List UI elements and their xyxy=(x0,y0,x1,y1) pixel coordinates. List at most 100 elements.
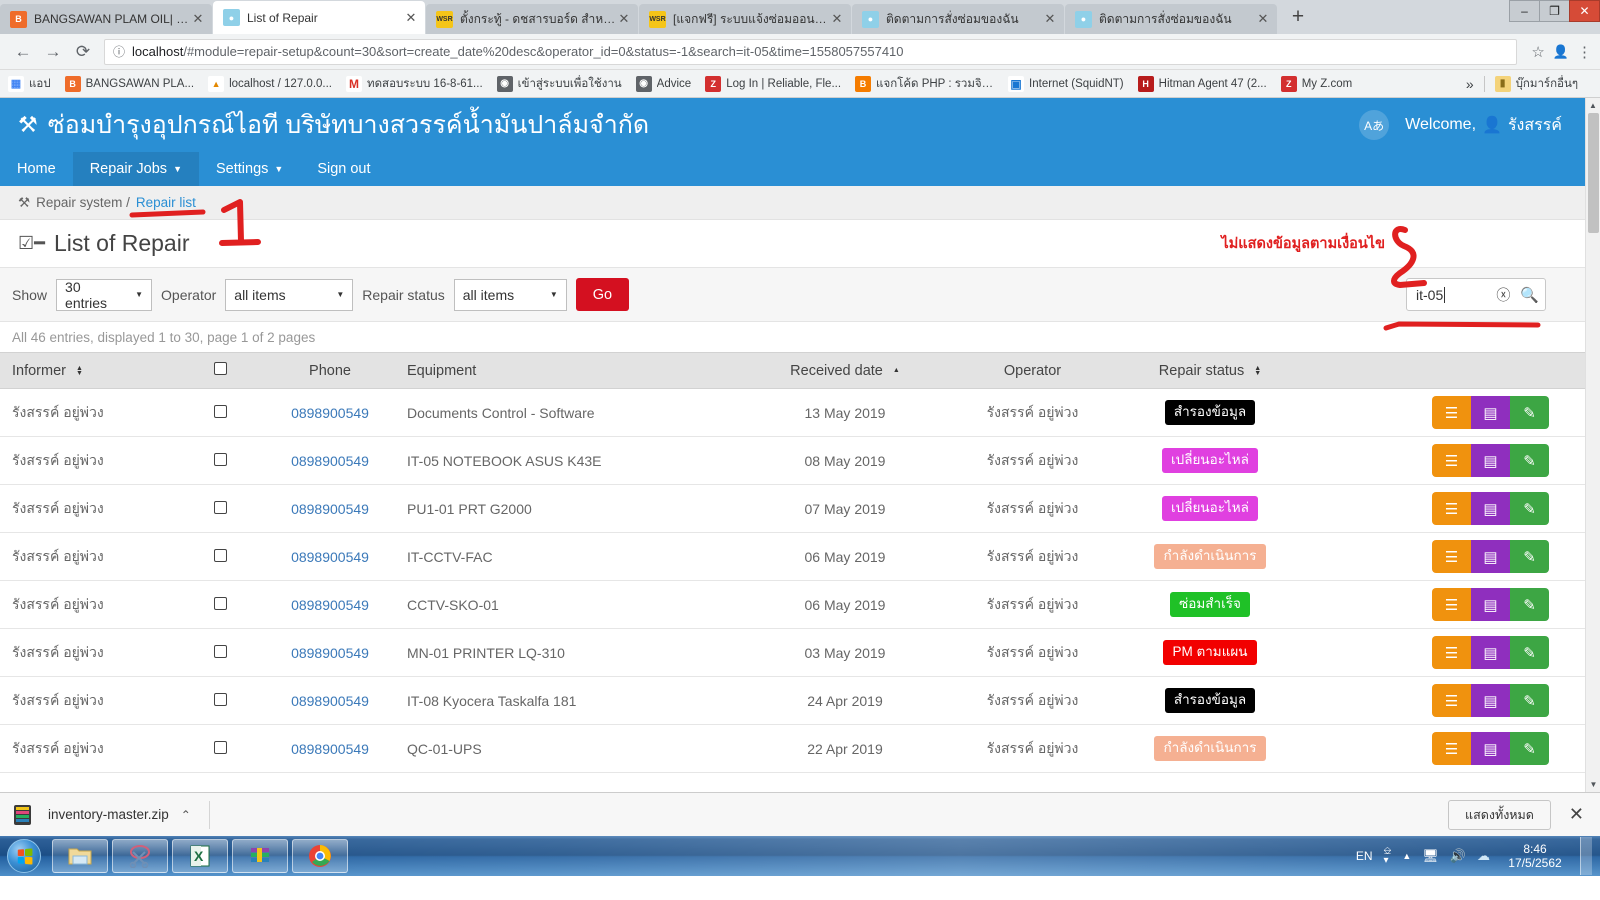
cell-select[interactable] xyxy=(175,580,265,629)
search-input[interactable]: it-05 ⓧ 🔍 xyxy=(1406,278,1546,311)
cell-select[interactable] xyxy=(175,628,265,677)
bookmark-item-zoho[interactable]: Z Log In | Reliable, Fle... xyxy=(705,75,841,92)
edit-button[interactable]: ✎ xyxy=(1510,396,1549,429)
tray-overflow-arrow-icon[interactable]: ▲ xyxy=(1402,851,1411,861)
bookmark-item-apps[interactable]: ▦ แอป xyxy=(8,75,51,93)
repair-status-select[interactable]: all items ▼ xyxy=(453,278,567,311)
assign-task-button[interactable]: ☰ xyxy=(1432,588,1471,621)
browser-tab-5[interactable]: ● ติดตามการสั่งซ่อมของฉัน ✕ xyxy=(1065,4,1277,34)
edit-button[interactable]: ✎ xyxy=(1510,492,1549,525)
close-icon[interactable]: ✕ xyxy=(1042,12,1058,26)
close-icon[interactable]: ✕ xyxy=(403,10,419,25)
cell-select[interactable] xyxy=(175,676,265,725)
cell-select[interactable] xyxy=(175,724,265,773)
onedrive-icon[interactable]: ☁ xyxy=(1477,848,1490,864)
edit-button[interactable]: ✎ xyxy=(1510,732,1549,765)
bookmark-item-phpmyadmin[interactable]: ▲ localhost / 127.0.0... xyxy=(208,75,332,92)
table-row[interactable]: รังสรรค์ อยู่พ่วง 0898900549 IT-05 NOTEB… xyxy=(0,436,1585,485)
bookmark-item-gmail[interactable]: M ทดสอบระบบ 16-8-61... xyxy=(346,75,483,93)
scrollbar-thumb[interactable] xyxy=(1588,113,1599,233)
row-checkbox[interactable] xyxy=(213,548,227,562)
maximize-button[interactable]: ❐ xyxy=(1539,0,1570,22)
minimize-button[interactable]: – xyxy=(1509,0,1540,22)
bookmarks-overflow-icon[interactable]: » xyxy=(1466,76,1484,92)
cell-phone[interactable]: 0898900549 xyxy=(265,580,395,629)
language-toggle-icon[interactable]: Aあ xyxy=(1359,110,1390,140)
row-checkbox[interactable] xyxy=(213,596,227,610)
row-checkbox[interactable] xyxy=(213,404,227,418)
edit-button[interactable]: ✎ xyxy=(1510,540,1549,573)
close-icon[interactable]: ✕ xyxy=(829,12,845,26)
bookmark-item-squidnt[interactable]: ▣ Internet (SquidNT) xyxy=(1008,75,1124,92)
phone-link[interactable]: 0898900549 xyxy=(291,549,369,565)
browser-tab-3[interactable]: WSR [แจกฟรี] ระบบแจ้งซ่อมออนไลน์ PH ✕ xyxy=(639,4,851,34)
nav-item-home[interactable]: Home xyxy=(0,152,73,186)
cell-phone[interactable]: 0898900549 xyxy=(265,532,395,581)
scroll-down-arrow-icon[interactable]: ▼ xyxy=(1586,777,1600,792)
column-header-repair-status[interactable]: Repair status ▲ ▼ xyxy=(1120,352,1300,389)
cell-phone[interactable]: 0898900549 xyxy=(265,628,395,677)
taskbar-excel[interactable]: X xyxy=(172,839,228,873)
cell-select[interactable] xyxy=(175,436,265,485)
nav-item-settings[interactable]: Settings ▼ xyxy=(199,152,300,186)
detail-list-button[interactable]: ▤ xyxy=(1471,444,1510,477)
table-row[interactable]: รังสรรค์ อยู่พ่วง 0898900549 Documents C… xyxy=(0,388,1585,437)
cell-phone[interactable]: 0898900549 xyxy=(265,724,395,773)
operator-select[interactable]: all items ▼ xyxy=(225,278,354,311)
browser-tab-1[interactable]: ● List of Repair ✕ xyxy=(213,1,425,34)
assign-task-button[interactable]: ☰ xyxy=(1432,396,1471,429)
bookmark-folder-other[interactable]: ▮ บุ๊กมาร์กอื่นๆ xyxy=(1494,75,1578,93)
phone-link[interactable]: 0898900549 xyxy=(291,453,369,469)
phone-link[interactable]: 0898900549 xyxy=(291,597,369,613)
phone-link[interactable]: 0898900549 xyxy=(291,645,369,661)
assign-task-button[interactable]: ☰ xyxy=(1432,540,1471,573)
bookmark-item-advice[interactable]: ◉ Advice xyxy=(635,75,691,92)
clear-circle-icon[interactable]: ⓧ xyxy=(1496,285,1510,305)
chrome-menu-icon[interactable]: ⋮ xyxy=(1577,43,1592,61)
bookmark-item-login-system[interactable]: ◉ เข้าสู่ระบบเพื่อใช้งาน xyxy=(496,75,622,93)
nav-item-sign-out[interactable]: Sign out xyxy=(300,152,387,186)
forward-icon[interactable]: → xyxy=(38,42,68,62)
row-checkbox[interactable] xyxy=(213,500,227,514)
address-bar[interactable]: ⓘ localhost /#module=repair-setup&count=… xyxy=(104,38,1518,65)
cell-phone[interactable]: 0898900549 xyxy=(265,484,395,533)
start-button[interactable] xyxy=(0,837,48,875)
row-checkbox[interactable] xyxy=(213,452,227,466)
breadcrumb-current[interactable]: Repair list xyxy=(136,195,196,210)
assign-task-button[interactable]: ☰ xyxy=(1432,492,1471,525)
column-header-received-date[interactable]: Received date ▲ xyxy=(745,352,945,389)
edit-button[interactable]: ✎ xyxy=(1510,444,1549,477)
clock[interactable]: 8:46 17/5/2562 xyxy=(1501,842,1569,870)
site-info-icon[interactable]: ⓘ xyxy=(113,43,125,60)
table-row[interactable]: รังสรรค์ อยู่พ่วง 0898900549 QC-01-UPS 2… xyxy=(0,724,1585,773)
edit-button[interactable]: ✎ xyxy=(1510,684,1549,717)
page-scrollbar[interactable]: ▲ ▼ xyxy=(1585,98,1600,792)
volume-icon[interactable]: 🔊 xyxy=(1450,848,1466,864)
bookmark-item-bangsawan[interactable]: B BANGSAWAN PLA... xyxy=(64,75,194,92)
cell-phone[interactable]: 0898900549 xyxy=(265,676,395,725)
detail-list-button[interactable]: ▤ xyxy=(1471,684,1510,717)
table-row[interactable]: รังสรรค์ อยู่พ่วง 0898900549 PU1-01 PRT … xyxy=(0,484,1585,533)
show-all-downloads-button[interactable]: แสดงทั้งหมด xyxy=(1448,799,1551,830)
column-header-informer[interactable]: Informer ▲ ▼ xyxy=(0,352,175,389)
taskbar-chrome[interactable] xyxy=(292,839,348,873)
close-icon[interactable]: ✕ xyxy=(616,12,632,26)
download-item[interactable]: inventory-master.zip ⌃ xyxy=(10,802,191,828)
cell-select[interactable] xyxy=(175,532,265,581)
bookmark-item-myzcom[interactable]: Z My Z.com xyxy=(1280,75,1352,92)
taskbar-winrar[interactable] xyxy=(232,839,288,873)
entries-per-page-select[interactable]: 30 entries ▼ xyxy=(56,278,153,311)
table-row[interactable]: รังสรรค์ อยู่พ่วง 0898900549 IT-08 Kyoce… xyxy=(0,676,1585,725)
phone-link[interactable]: 0898900549 xyxy=(291,405,369,421)
phone-link[interactable]: 0898900549 xyxy=(291,501,369,517)
cell-phone[interactable]: 0898900549 xyxy=(265,388,395,437)
column-header-select-all[interactable] xyxy=(175,352,265,389)
profile-avatar[interactable]: 👤 xyxy=(1553,44,1569,60)
phone-link[interactable]: 0898900549 xyxy=(291,741,369,757)
row-checkbox[interactable] xyxy=(213,644,227,658)
table-row[interactable]: รังสรรค์ อยู่พ่วง 0898900549 IT-CCTV-FAC… xyxy=(0,532,1585,581)
detail-list-button[interactable]: ▤ xyxy=(1471,732,1510,765)
close-window-button[interactable]: ✕ xyxy=(1569,0,1600,22)
go-button[interactable]: Go xyxy=(575,278,630,311)
brand[interactable]: ⚒ ซ่อมบำรุงอุปกรณ์ไอที บริษัทบางสวรรค์น้… xyxy=(18,105,649,145)
